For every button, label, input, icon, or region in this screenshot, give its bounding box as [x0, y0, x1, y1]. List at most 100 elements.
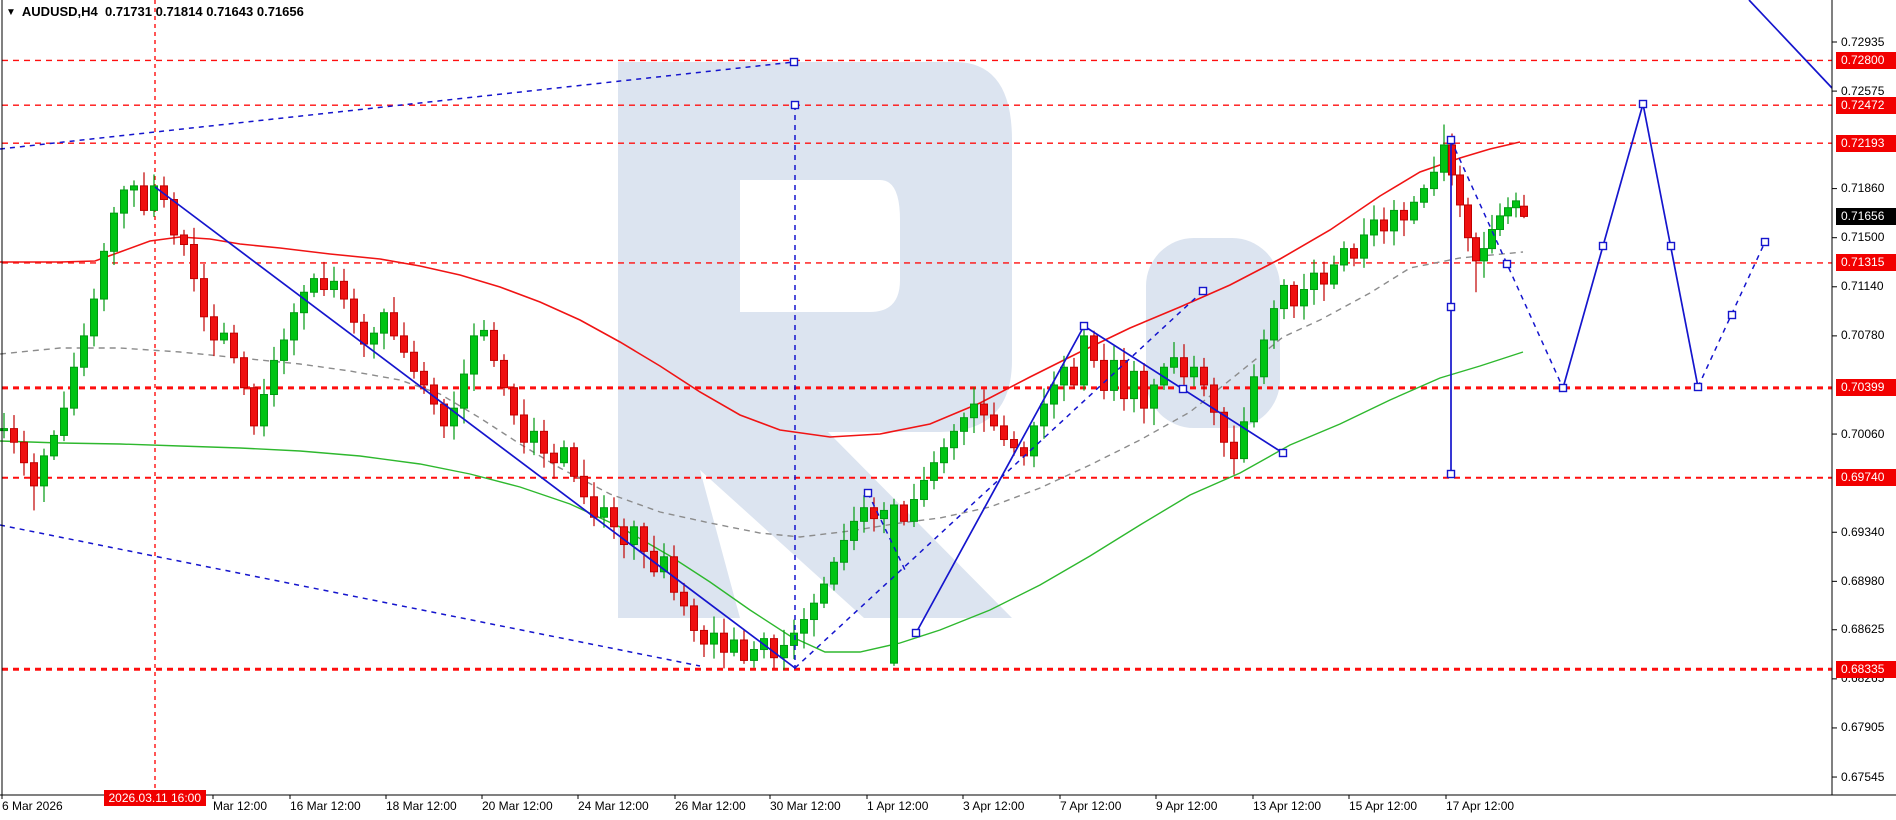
- anchor-handle[interactable]: [1729, 312, 1736, 319]
- anchor-handle[interactable]: [1081, 323, 1088, 330]
- candle-body: [471, 336, 478, 374]
- candle-body: [131, 186, 138, 190]
- symbol-dropdown-icon[interactable]: ▼: [6, 7, 16, 18]
- candle-body: [1441, 145, 1448, 172]
- anchor-handle[interactable]: [913, 630, 920, 637]
- candle-body: [291, 313, 298, 340]
- symbol-period-label: AUDUSD,H4: [22, 4, 98, 19]
- candle-body: [561, 448, 568, 463]
- price-level-badge: 0.72800: [1836, 52, 1896, 69]
- candle-body: [551, 453, 558, 463]
- candle-body: [1131, 371, 1138, 398]
- candle-body: [31, 463, 38, 486]
- candle-body: [1361, 235, 1368, 258]
- candle-body: [151, 186, 158, 211]
- trendline[interactable]: [1749, 0, 1832, 88]
- candle-body: [861, 508, 868, 522]
- ohlc-open: 0.71731: [105, 4, 152, 19]
- candle-body: [531, 431, 538, 442]
- anchor-handle[interactable]: [1695, 384, 1702, 391]
- price-level-badge: 0.71315: [1836, 254, 1896, 271]
- candle-body: [1171, 358, 1178, 368]
- time-tick-label: 7 Apr 12:00: [1060, 799, 1121, 813]
- candle-body: [1341, 249, 1348, 265]
- candle-body: [1497, 216, 1504, 230]
- candle-body: [311, 279, 318, 293]
- anchor-handle[interactable]: [1180, 386, 1187, 393]
- candle-body: [1321, 273, 1328, 284]
- anchor-handle[interactable]: [1280, 450, 1287, 457]
- candle-body: [731, 640, 738, 652]
- candle-body: [1051, 385, 1058, 404]
- candle-body: [321, 279, 328, 290]
- candle-body: [341, 281, 348, 299]
- candle-body: [1191, 367, 1198, 377]
- anchor-handle[interactable]: [1600, 243, 1607, 250]
- candle-body: [1311, 273, 1318, 289]
- watermark-hole: [740, 180, 900, 312]
- anchor-handle[interactable]: [1668, 243, 1675, 250]
- candle-body: [721, 633, 728, 652]
- time-tick-label: Mar 12:00: [213, 799, 267, 813]
- candle-body: [831, 562, 838, 584]
- price-tick-label: 0.67905: [1841, 719, 1884, 736]
- candle-body: [61, 408, 68, 435]
- anchor-handle[interactable]: [1448, 471, 1455, 478]
- anchor-handle[interactable]: [1448, 137, 1455, 144]
- candle-body: [711, 633, 718, 644]
- candle-body: [1301, 290, 1308, 306]
- price-level-badge: 0.72472: [1836, 97, 1896, 114]
- candle-body: [1521, 206, 1528, 216]
- anchor-handle[interactable]: [791, 59, 798, 66]
- price-tick-label: 0.70780: [1841, 327, 1884, 344]
- candle-body: [801, 620, 808, 634]
- candle-body: [601, 508, 608, 518]
- chart-canvas[interactable]: [0, 0, 1896, 820]
- candle-body: [351, 299, 358, 322]
- candle-body: [1391, 210, 1398, 230]
- candle-body: [981, 404, 988, 415]
- candle-body: [1231, 442, 1238, 458]
- forecast-dashed-line[interactable]: [0, 525, 700, 666]
- anchor-handle[interactable]: [1640, 101, 1647, 108]
- time-tick-label: 24 Mar 12:00: [578, 799, 649, 813]
- price-tick-label: 0.71860: [1841, 180, 1884, 197]
- anchor-handle[interactable]: [865, 490, 872, 497]
- candle-body: [841, 540, 848, 562]
- candle-body: [181, 235, 188, 245]
- price-tick-label: 0.71140: [1841, 278, 1884, 295]
- anchor-handle[interactable]: [1504, 261, 1511, 268]
- candle-body: [251, 388, 258, 426]
- time-tick-label: 6 Mar 2026: [2, 799, 63, 813]
- chart-title: ▼AUDUSD,H4 0.71731 0.71814 0.71643 0.716…: [6, 4, 304, 19]
- time-tick-label: 30 Mar 12:00: [770, 799, 841, 813]
- candle-body: [241, 358, 248, 388]
- candle-body: [141, 186, 148, 211]
- candle-body: [1411, 202, 1418, 220]
- candle-body: [371, 333, 378, 344]
- candle-body: [851, 521, 858, 540]
- price-tick-label: 0.68625: [1841, 621, 1884, 638]
- candle-body: [91, 299, 98, 336]
- price-tick-label: 0.69340: [1841, 524, 1884, 541]
- price-tick-label: 0.67545: [1841, 769, 1884, 786]
- candle-body: [871, 508, 878, 519]
- candle-body: [221, 333, 228, 340]
- candle-body: [411, 352, 418, 371]
- candle-body: [581, 476, 588, 496]
- anchor-handle[interactable]: [1448, 304, 1455, 311]
- price-level-badge: 0.69740: [1836, 469, 1896, 486]
- candle-body: [21, 442, 28, 462]
- price-level-badge: 0.68335: [1836, 661, 1896, 678]
- anchor-handle[interactable]: [1762, 239, 1769, 246]
- anchor-handle[interactable]: [1200, 288, 1207, 295]
- candle-body: [971, 404, 978, 418]
- current-price-badge: 0.71656: [1836, 208, 1896, 225]
- candle-body: [391, 313, 398, 336]
- candle-body: [281, 340, 288, 360]
- candle-body: [331, 281, 338, 289]
- anchor-handle[interactable]: [1560, 385, 1567, 392]
- anchor-handle[interactable]: [792, 102, 799, 109]
- time-tick-label: 16 Mar 12:00: [290, 799, 361, 813]
- candle-body: [1061, 367, 1068, 385]
